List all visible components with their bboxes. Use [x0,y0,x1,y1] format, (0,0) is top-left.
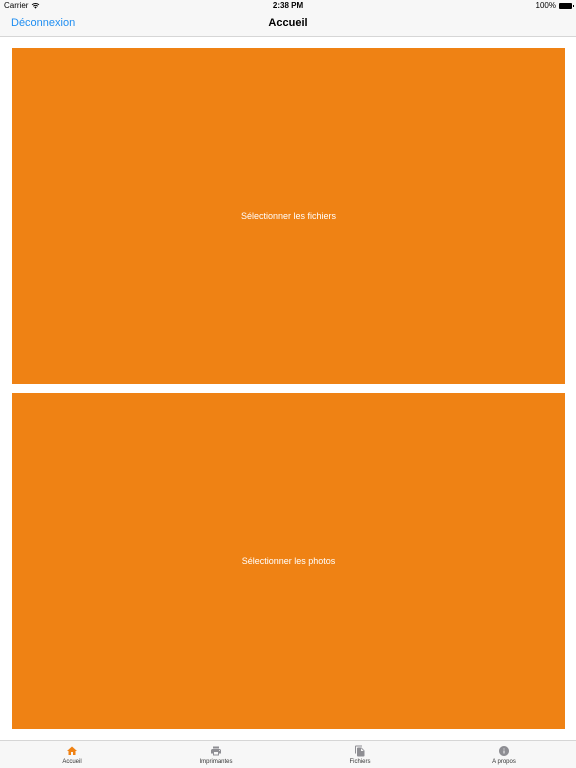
status-bar: Carrier 2:38 PM 100% [0,0,576,12]
select-photos-button[interactable]: Sélectionner les photos [12,393,565,729]
tab-bar: Accueil Imprimantes Fichiers A propos [0,740,576,768]
select-files-button[interactable]: Sélectionner les fichiers [12,48,565,384]
tab-label-fichiers: Fichiers [349,759,371,765]
select-files-label: Sélectionner les fichiers [240,211,337,221]
tab-label-accueil: Accueil [62,759,82,765]
files-icon [355,745,365,757]
main-content: Sélectionner les fichiers Sélectionner l… [0,37,576,740]
printer-icon [211,746,221,756]
tab-fichiers[interactable]: Fichiers [288,741,432,768]
page-title: Accueil [268,17,308,29]
home-icon-shape [67,746,77,755]
navigation-bar: Déconnexion Accueil [0,12,576,37]
status-time: 2:38 PM [272,1,304,10]
battery-icon [559,2,574,9]
tab-imprimantes[interactable]: Imprimantes [144,741,288,768]
tab-label-a-propos: A propos [492,759,516,765]
status-battery: 100% [535,1,574,10]
battery-percentage: 100% [535,1,556,10]
select-photos-label: Sélectionner les photos [241,556,336,566]
info-icon [499,746,509,756]
tab-accueil[interactable]: Accueil [0,741,144,768]
home-icon [67,746,77,755]
tab-label-imprimantes: Imprimantes [199,759,233,765]
tab-a-propos[interactable]: A propos [432,741,576,768]
